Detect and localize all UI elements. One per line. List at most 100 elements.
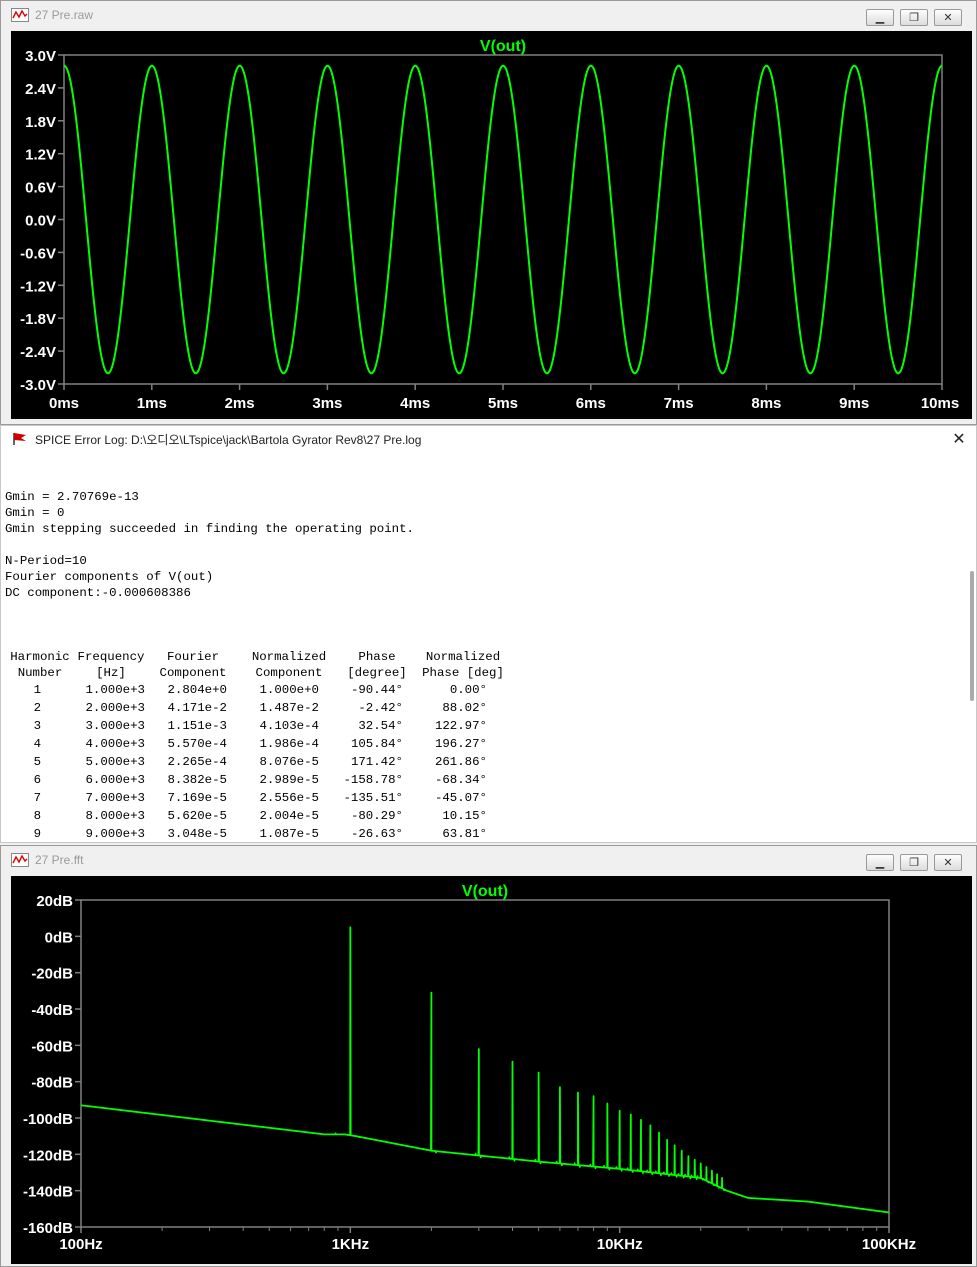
table-cell: 4.000e+3 bbox=[85, 737, 146, 751]
table-cell: 105.84° bbox=[350, 737, 403, 751]
y-tick-label: -40dB bbox=[31, 1002, 73, 1019]
close-icon: ✕ bbox=[943, 12, 953, 24]
fft-plot-titlebar[interactable]: 27 Pre.fft ▁ ❐ ✕ bbox=[1, 846, 976, 874]
table-cell: 9 bbox=[33, 827, 41, 840]
log-close-button[interactable]: ✕ bbox=[950, 429, 968, 449]
log-text: Gmin = 2.70769e-13 Gmin = 0 Gmin stepping … bbox=[5, 457, 962, 840]
table-cell: 3 bbox=[33, 719, 41, 733]
time-plot-svg: V(out) 3.0V 2.4V 1.8V 1.2V 0.6V 0.0V -0.6V -1.2V… bbox=[20, 38, 959, 412]
table-cell: 63.81° bbox=[442, 827, 487, 840]
table-cell: -26.63° bbox=[350, 827, 403, 840]
y-tick-label: 20dB bbox=[36, 893, 73, 910]
y-tick-label: -100dB bbox=[23, 1111, 73, 1128]
table-cell: 1.986e-4 bbox=[259, 737, 320, 751]
table-cell: 2.804e+0 bbox=[167, 683, 228, 697]
time-plot-pane[interactable]: V(out) 3.0V 2.4V 1.8V 1.2V 0.6V 0.0V -0.6V -1.2V… bbox=[11, 31, 972, 419]
y-tick-label: 3.0V bbox=[25, 48, 56, 65]
y-tick-label: -80dB bbox=[31, 1075, 73, 1092]
log-line: Fourier components of V(out) bbox=[5, 570, 214, 584]
fft-plot-window: 27 Pre.fft ▁ ❐ ✕ V(out) 20dB 0dB -20dB -40dB… bbox=[0, 845, 977, 1267]
y-tick-label: 0.0V bbox=[25, 213, 56, 230]
table-cell: 5 bbox=[33, 755, 41, 769]
x-tick-label: 2ms bbox=[225, 395, 255, 412]
table-cell: 4.171e-2 bbox=[167, 701, 228, 715]
table-header-line: Harmonic bbox=[10, 650, 70, 664]
table-header-line: [Hz] bbox=[96, 666, 126, 680]
minimize-icon: ▁ bbox=[875, 857, 885, 869]
log-scrollbar[interactable] bbox=[970, 571, 974, 701]
y-tick-label: -0.6V bbox=[20, 245, 56, 262]
close-button[interactable]: ✕ bbox=[934, 9, 962, 26]
table-cell: 1.000e+3 bbox=[85, 683, 146, 697]
trace-label: V(out) bbox=[480, 38, 526, 55]
x-tick-label: 4ms bbox=[400, 395, 430, 412]
table-cell: 10.15° bbox=[442, 809, 487, 823]
log-line: Gmin = 2.70769e-13 bbox=[5, 490, 139, 504]
x-tick-label: 1KHz bbox=[332, 1236, 370, 1253]
y-tick-label: -120dB bbox=[23, 1147, 73, 1164]
plot-frame bbox=[63, 54, 943, 385]
time-plot-window: 27 Pre.raw ▁ ❐ ✕ V(out) 3.0V 2.4V 1.8V 1.2V 0… bbox=[0, 0, 977, 425]
table-cell: 6.000e+3 bbox=[85, 773, 146, 787]
table-cell: 4 bbox=[33, 737, 41, 751]
fft-plot-pane[interactable]: V(out) 20dB 0dB -20dB -40dB -60dB -80dB -100dB -… bbox=[11, 876, 972, 1264]
y-tick-label: -1.8V bbox=[20, 311, 56, 328]
restore-button[interactable]: ❐ bbox=[900, 9, 928, 26]
log-title: SPICE Error Log: D:\오디오\LTspice\jack\Bar… bbox=[35, 432, 422, 447]
restore-button[interactable]: ❐ bbox=[900, 854, 928, 871]
log-line: DC component:-0.000608386 bbox=[5, 586, 191, 600]
trace-label: V(out) bbox=[462, 883, 508, 900]
table-header: Normalized Phase [deg] bbox=[415, 649, 511, 681]
table-cell: 7.000e+3 bbox=[85, 791, 146, 805]
minimize-button[interactable]: ▁ bbox=[866, 9, 894, 26]
table-cell: 2 bbox=[33, 701, 41, 715]
x-tick-label: 0ms bbox=[49, 395, 79, 412]
table-cell: 32.54° bbox=[358, 719, 403, 733]
table-cell: -135.51° bbox=[343, 791, 404, 805]
y-tick-label: -1.2V bbox=[20, 278, 56, 295]
close-button[interactable]: ✕ bbox=[934, 854, 962, 871]
table-cell: -158.78° bbox=[343, 773, 404, 787]
table-cell: 9.000e+3 bbox=[85, 827, 146, 840]
table-cell: -90.44° bbox=[350, 683, 403, 697]
spice-flag-icon bbox=[11, 432, 29, 446]
restore-icon: ❐ bbox=[909, 857, 919, 869]
plot-frame bbox=[80, 899, 890, 1228]
table-cell: -80.29° bbox=[350, 809, 403, 823]
table-cell: -68.34° bbox=[434, 773, 487, 787]
x-tick-label: 9ms bbox=[839, 395, 869, 412]
close-icon: ✕ bbox=[943, 857, 953, 869]
time-plot-titlebar[interactable]: 27 Pre.raw ▁ ❐ ✕ bbox=[1, 1, 976, 29]
y-tick-label: -3.0V bbox=[20, 377, 56, 394]
table-header-line: Phase [deg] bbox=[422, 666, 504, 680]
log-titlebar[interactable]: SPICE Error Log: D:\오디오\LTspice\jack\Bar… bbox=[1, 426, 976, 452]
y-tick-label: 2.4V bbox=[25, 81, 56, 98]
x-tick-label: 10ms bbox=[921, 395, 959, 412]
waveform-app-icon bbox=[11, 8, 29, 22]
y-tick-label: 0.6V bbox=[25, 180, 56, 197]
table-header-line: [degree] bbox=[347, 666, 407, 680]
y-tick-label: -140dB bbox=[23, 1184, 73, 1201]
table-header-line: Number bbox=[17, 666, 63, 680]
table-cell: 2.556e-5 bbox=[259, 791, 320, 805]
minimize-button[interactable]: ▁ bbox=[866, 854, 894, 871]
log-preamble: Gmin = 2.70769e-13 Gmin = 0 Gmin stepping … bbox=[5, 489, 962, 617]
x-tick-label: 6ms bbox=[576, 395, 606, 412]
table-cell: 8.382e-5 bbox=[167, 773, 228, 787]
table-cell: 6 bbox=[33, 773, 41, 787]
x-tick-label: 1ms bbox=[137, 395, 167, 412]
table-cell: -45.07° bbox=[434, 791, 487, 805]
minimize-icon: ▁ bbox=[875, 12, 885, 24]
waveform-app-icon bbox=[11, 853, 29, 867]
table-header-line: Frequency bbox=[77, 650, 145, 664]
restore-icon: ❐ bbox=[909, 12, 919, 24]
table-cell: 171.42° bbox=[350, 755, 403, 769]
table-header: Phase [degree] bbox=[339, 649, 415, 681]
table-cell: 0.00° bbox=[449, 683, 487, 697]
y-tick-label: 1.2V bbox=[25, 147, 56, 164]
table-cell: -2.42° bbox=[358, 701, 403, 715]
table-cell: 8.076e-5 bbox=[259, 755, 320, 769]
time-trace bbox=[63, 64, 943, 375]
x-tick-label: 10KHz bbox=[597, 1236, 643, 1253]
